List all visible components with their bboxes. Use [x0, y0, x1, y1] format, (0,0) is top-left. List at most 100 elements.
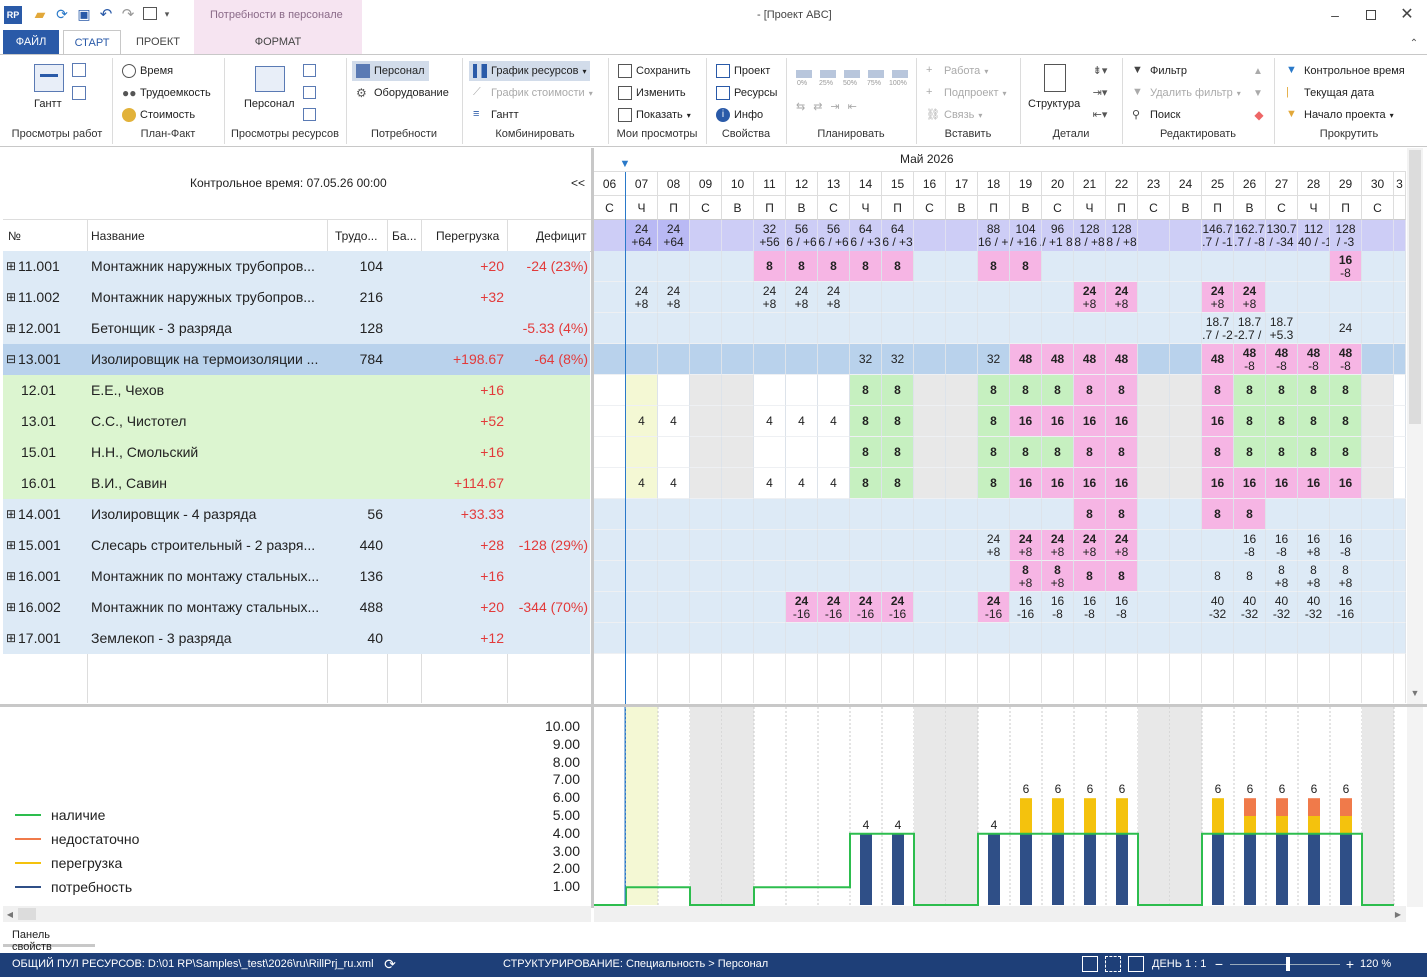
timeline-cell[interactable]: [690, 530, 722, 561]
timeline-cell[interactable]: 24 -16: [818, 592, 850, 623]
timeline-cell[interactable]: +16: [786, 530, 818, 561]
timeline-cell[interactable]: [1394, 406, 1406, 437]
timeline-cell[interactable]: 8: [1266, 406, 1298, 437]
timeline-cell[interactable]: 16: [1074, 406, 1106, 437]
timeline-cell[interactable]: [594, 313, 626, 344]
timeline-cell[interactable]: 24 +8: [1106, 282, 1138, 313]
progress-75-icon[interactable]: [868, 70, 884, 78]
timeline-cell[interactable]: [1234, 623, 1266, 654]
timeline-cell[interactable]: [1042, 251, 1074, 282]
timeline-cell[interactable]: [594, 468, 626, 499]
summary-cell[interactable]: 64 6 / +3: [882, 220, 914, 252]
timeline-cell[interactable]: [690, 375, 722, 406]
timeline-cell[interactable]: [690, 468, 722, 499]
table-row[interactable]: 13.01 С.С., Чистотел +52: [3, 406, 590, 437]
project-props-button[interactable]: Проект: [716, 64, 770, 78]
timeline-cell[interactable]: [914, 499, 946, 530]
grid-layout-icon[interactable]: [1105, 956, 1121, 972]
timeline-cell[interactable]: [658, 437, 690, 468]
timeline-cell[interactable]: +8: [786, 344, 818, 375]
timeline-cell[interactable]: 8: [1074, 437, 1106, 468]
outdent-icon[interactable]: ⇤▾: [1088, 107, 1112, 121]
left-hscroll-thumb[interactable]: [18, 908, 36, 920]
tab-format[interactable]: ФОРМАТ: [194, 30, 362, 54]
day-header[interactable]: 26: [1234, 172, 1266, 196]
timeline-cell[interactable]: +16: [818, 530, 850, 561]
timeline-cell[interactable]: 24 +8: [1010, 530, 1042, 561]
left-hscroll[interactable]: [3, 906, 591, 922]
timeline-cell[interactable]: 8: [1202, 437, 1234, 468]
timeline-cell[interactable]: 18.7 +5.3: [1266, 313, 1298, 344]
timeline-cell[interactable]: 16: [1106, 406, 1138, 437]
chart-layout-icon[interactable]: [1128, 956, 1144, 972]
day-header[interactable]: 15: [882, 172, 914, 196]
vscroll-thumb[interactable]: [1409, 150, 1421, 424]
timeline-cell[interactable]: +8: [882, 561, 914, 592]
timeline-cell[interactable]: [1362, 561, 1394, 592]
timeline-cell[interactable]: +4: [978, 313, 1010, 344]
timeline-cell[interactable]: [1298, 623, 1330, 654]
timeline-cell[interactable]: [754, 592, 786, 623]
table-row[interactable]: ⊞ 17.001 Землекоп - 3 разряда 40 +12: [3, 623, 590, 654]
timeline-cell[interactable]: [1074, 313, 1106, 344]
timeline-cell[interactable]: 16 -8: [1330, 530, 1362, 561]
timeline-cell[interactable]: [914, 313, 946, 344]
timeline-cell[interactable]: +4: [1202, 623, 1234, 654]
timeline-cell[interactable]: [722, 561, 754, 592]
timeline-cell[interactable]: [1394, 468, 1406, 499]
timeline-cell[interactable]: [1362, 592, 1394, 623]
timeline-cell[interactable]: 24 +8: [754, 282, 786, 313]
timeline-cell[interactable]: 8: [1106, 437, 1138, 468]
timeline-cell[interactable]: [594, 375, 626, 406]
timeline-cell[interactable]: +8: [818, 344, 850, 375]
timeline-cell[interactable]: +16: [658, 530, 690, 561]
timeline-cell[interactable]: [1138, 623, 1170, 654]
timeline-cell[interactable]: 16: [1010, 468, 1042, 499]
timeline-cell[interactable]: 8: [1202, 561, 1234, 592]
timeline-cell[interactable]: +8: [626, 499, 658, 530]
timeline-cell[interactable]: [754, 437, 786, 468]
timeline-cell[interactable]: 24 +8: [978, 530, 1010, 561]
timeline-cell[interactable]: +16: [882, 530, 914, 561]
minimize-icon[interactable]: –: [1325, 6, 1345, 24]
summary-cell[interactable]: [1138, 220, 1170, 252]
collapse-timeline-button[interactable]: <<: [571, 176, 585, 190]
timeline-cell[interactable]: 16: [1298, 468, 1330, 499]
day-header[interactable]: 10: [722, 172, 754, 196]
timeline-cell[interactable]: [1138, 313, 1170, 344]
resource-histogram-icon[interactable]: [303, 86, 316, 99]
timeline-cell[interactable]: [594, 251, 626, 282]
timeline-cell[interactable]: 8: [850, 406, 882, 437]
timeline-cell[interactable]: [1362, 282, 1394, 313]
timeline-cell[interactable]: 8: [882, 406, 914, 437]
timeline-cell[interactable]: [690, 282, 722, 313]
timeline-cell[interactable]: [946, 623, 978, 654]
timeline-cell[interactable]: 8: [1202, 375, 1234, 406]
summary-cell[interactable]: [1394, 220, 1406, 252]
timeline-cell[interactable]: [690, 251, 722, 282]
eraser-icon[interactable]: ◆: [1251, 108, 1267, 122]
save-view-button[interactable]: Сохранить: [618, 64, 691, 78]
timeline-cell[interactable]: +4: [786, 623, 818, 654]
timeline-cell[interactable]: 40 -32: [1202, 592, 1234, 623]
timeline-cell[interactable]: +4: [754, 623, 786, 654]
timeline-cell[interactable]: [1074, 251, 1106, 282]
timeline-cell[interactable]: 16 +8: [1298, 530, 1330, 561]
timeline-cell[interactable]: [818, 375, 850, 406]
summary-cell[interactable]: 162.7.7 / -8: [1234, 220, 1266, 252]
day-header[interactable]: 11: [754, 172, 786, 196]
timeline-cell[interactable]: 4: [754, 468, 786, 499]
summary-cell[interactable]: [594, 220, 626, 252]
timeline-cell[interactable]: [690, 344, 722, 375]
summary-cell[interactable]: 24 +64: [626, 220, 658, 252]
timeline-cell[interactable]: [1394, 499, 1406, 530]
timeline-cell[interactable]: [1138, 406, 1170, 437]
timeline-cell[interactable]: +4: [626, 623, 658, 654]
day-header[interactable]: 18: [978, 172, 1010, 196]
timeline-cell[interactable]: +8: [882, 282, 914, 313]
scroll-left-icon[interactable]: ◀: [4, 907, 16, 921]
timeline-cell[interactable]: 48: [1010, 344, 1042, 375]
table-row[interactable]: ⊞ 12.001 Бетонщик - 3 разряда 128 -5.33 (4%): [3, 313, 590, 344]
timeline-cell[interactable]: [1042, 623, 1074, 654]
day-header[interactable]: 13: [818, 172, 850, 196]
